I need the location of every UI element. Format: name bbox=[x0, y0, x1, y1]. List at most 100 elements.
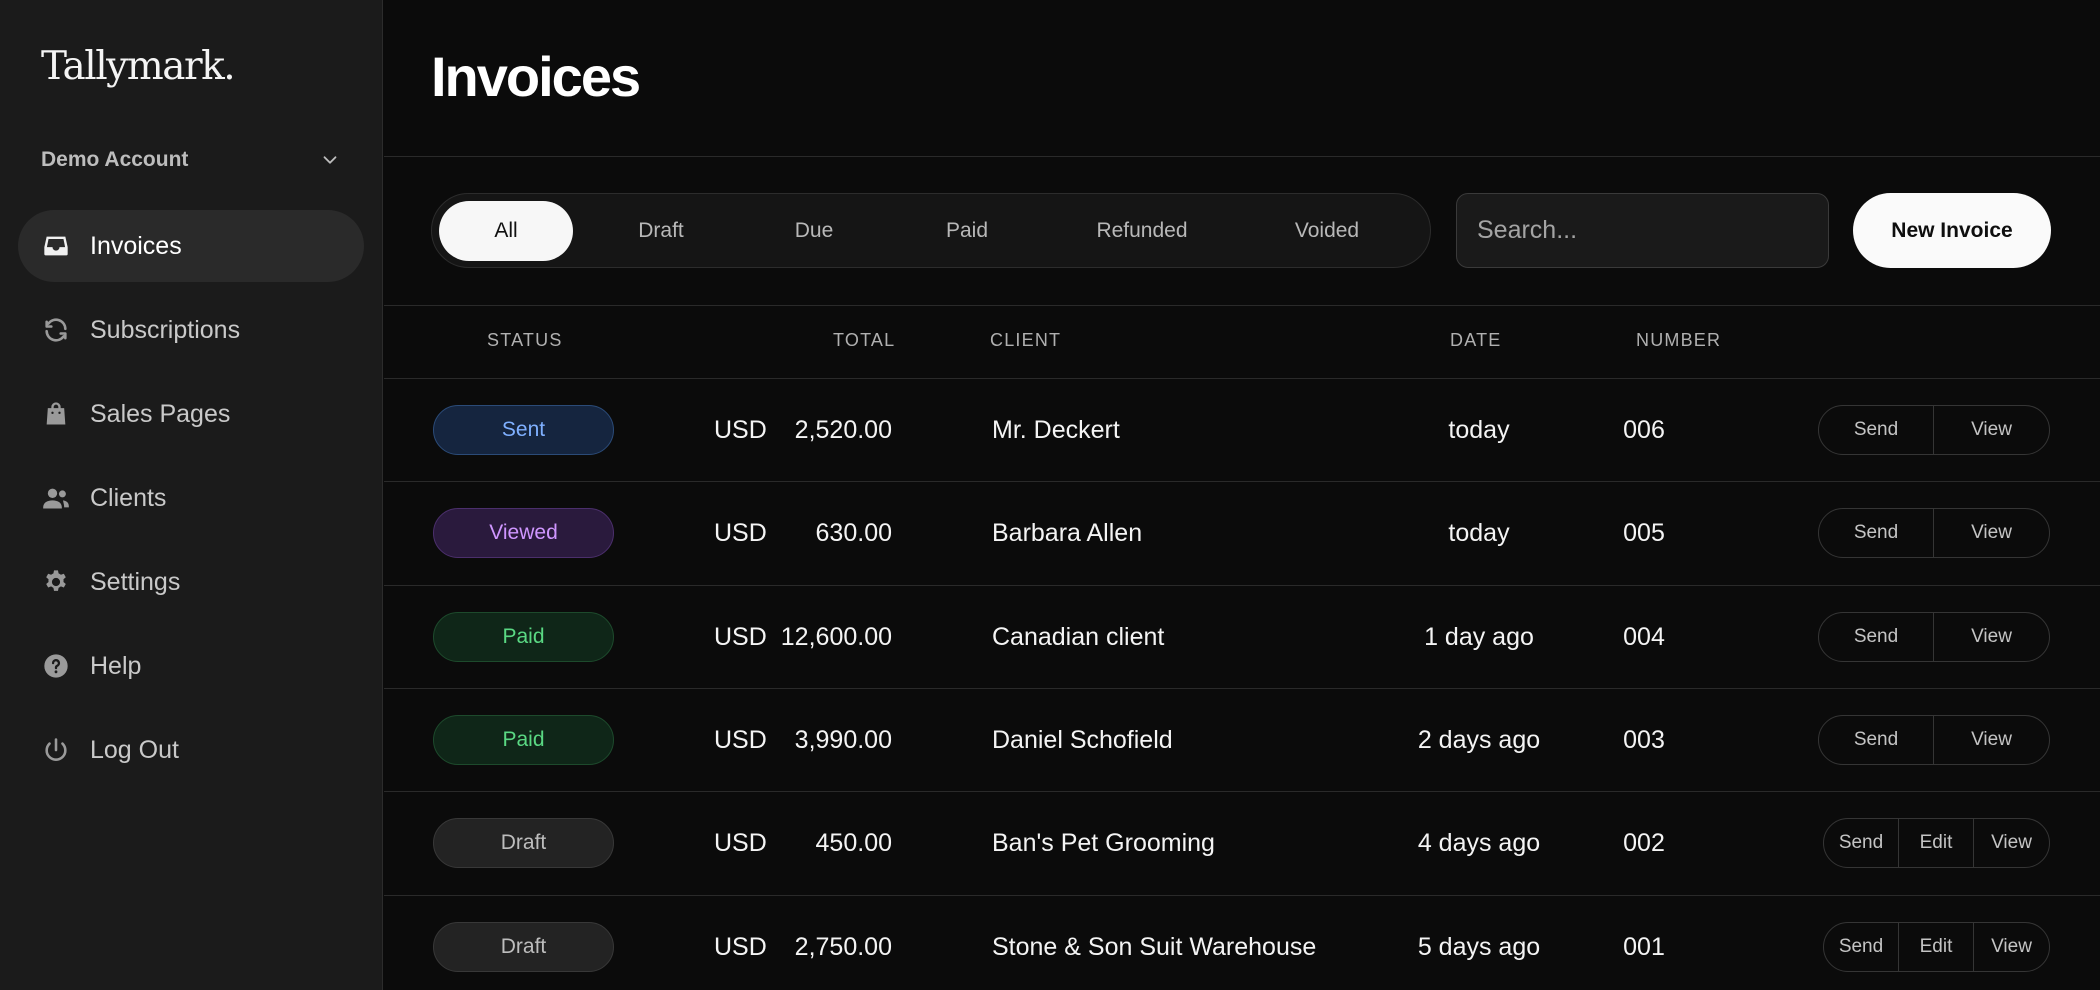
tab-voided[interactable]: Voided bbox=[1252, 201, 1402, 261]
row-actions: Send View bbox=[1818, 715, 2050, 765]
invoice-number: 002 bbox=[1623, 829, 1665, 857]
account-name: Demo Account bbox=[41, 148, 189, 171]
column-header-total: TOTAL bbox=[833, 330, 896, 350]
power-icon bbox=[42, 736, 70, 764]
column-header-status: STATUS bbox=[487, 330, 563, 350]
invoice-date: 4 days ago bbox=[1417, 829, 1541, 857]
status-badge: Draft bbox=[433, 922, 614, 972]
view-button[interactable]: View bbox=[1974, 819, 2049, 867]
tab-all[interactable]: All bbox=[439, 201, 573, 261]
row-actions: Send View bbox=[1818, 508, 2050, 558]
table-row[interactable]: Draft USD 2,750.00 Stone & Son Suit Ware… bbox=[384, 896, 2100, 990]
sidebar-item-label: Invoices bbox=[90, 231, 182, 260]
sidebar-item-label: Sales Pages bbox=[90, 399, 231, 428]
sidebar: Tallymark. Demo Account Invoices Subscri… bbox=[0, 0, 383, 990]
send-button[interactable]: Send bbox=[1819, 613, 1934, 661]
client-name: Ban's Pet Grooming bbox=[992, 829, 1215, 857]
sidebar-item-label: Subscriptions bbox=[90, 315, 241, 344]
column-header-client: CLIENT bbox=[990, 330, 1062, 350]
status-badge: Viewed bbox=[433, 508, 614, 558]
gear-icon bbox=[42, 568, 70, 596]
shopping-bag-icon bbox=[42, 400, 70, 428]
table-row[interactable]: Paid USD 12,600.00 Canadian client 1 day… bbox=[384, 586, 2100, 689]
row-actions: Send Edit View bbox=[1823, 818, 2050, 868]
tab-paid[interactable]: Paid bbox=[900, 201, 1034, 261]
help-icon bbox=[42, 652, 70, 680]
invoice-date: 1 day ago bbox=[1424, 623, 1534, 651]
sidebar-item-label: Settings bbox=[90, 567, 181, 596]
view-button[interactable]: View bbox=[1934, 406, 2049, 454]
client-name: Canadian client bbox=[992, 623, 1165, 651]
table-row[interactable]: Sent USD 2,520.00 Mr. Deckert today 006 … bbox=[384, 379, 2100, 482]
invoice-number: 003 bbox=[1623, 726, 1665, 754]
view-button[interactable]: View bbox=[1974, 923, 2049, 971]
tab-draft[interactable]: Draft bbox=[594, 201, 728, 261]
column-header-date: DATE bbox=[1450, 330, 1502, 350]
client-name: Mr. Deckert bbox=[992, 416, 1120, 444]
sidebar-item-label: Help bbox=[90, 651, 142, 680]
inbox-icon bbox=[42, 232, 70, 260]
filter-tabs: All Draft Due Paid Refunded Voided bbox=[431, 193, 1431, 268]
sidebar-nav: Invoices Subscriptions Sales Pages Clien… bbox=[18, 210, 364, 798]
client-name: Barbara Allen bbox=[992, 519, 1143, 547]
table-row[interactable]: Viewed USD 630.00 Barbara Allen today 00… bbox=[384, 482, 2100, 585]
invoice-date: today bbox=[1448, 416, 1510, 444]
send-button[interactable]: Send bbox=[1819, 509, 1934, 557]
sidebar-item-invoices[interactable]: Invoices bbox=[18, 210, 364, 282]
new-invoice-button[interactable]: New Invoice bbox=[1853, 193, 2051, 268]
status-badge: Draft bbox=[433, 818, 614, 868]
sidebar-item-subscriptions[interactable]: Subscriptions bbox=[18, 294, 364, 366]
refresh-icon bbox=[42, 316, 70, 344]
account-switcher[interactable]: Demo Account bbox=[41, 144, 341, 176]
invoice-number: 005 bbox=[1623, 519, 1665, 547]
sidebar-item-log-out[interactable]: Log Out bbox=[18, 714, 364, 786]
amount: 450.00 bbox=[815, 829, 892, 857]
view-button[interactable]: View bbox=[1934, 509, 2049, 557]
table-row[interactable]: Draft USD 450.00 Ban's Pet Grooming 4 da… bbox=[384, 792, 2100, 895]
edit-button[interactable]: Edit bbox=[1899, 923, 1974, 971]
invoice-date: 5 days ago bbox=[1417, 933, 1541, 961]
column-header-number: NUMBER bbox=[1636, 330, 1722, 350]
status-badge: Paid bbox=[433, 612, 614, 662]
send-button[interactable]: Send bbox=[1824, 923, 1899, 971]
sidebar-item-clients[interactable]: Clients bbox=[18, 462, 364, 534]
send-button[interactable]: Send bbox=[1819, 406, 1934, 454]
sidebar-item-help[interactable]: Help bbox=[18, 630, 364, 702]
search-input[interactable] bbox=[1456, 193, 1829, 268]
amount: 2,520.00 bbox=[794, 416, 892, 444]
invoice-number: 001 bbox=[1623, 933, 1665, 961]
invoice-number: 004 bbox=[1623, 623, 1665, 651]
status-badge: Paid bbox=[433, 715, 614, 765]
invoice-date: today bbox=[1448, 519, 1510, 547]
header-divider bbox=[384, 156, 2100, 157]
table-row[interactable]: Paid USD 3,990.00 Daniel Schofield 2 day… bbox=[384, 689, 2100, 792]
brand-logo[interactable]: Tallymark. bbox=[41, 44, 236, 89]
tab-refunded[interactable]: Refunded bbox=[1062, 201, 1222, 261]
sidebar-item-label: Log Out bbox=[90, 735, 179, 764]
toolbar-divider bbox=[384, 305, 2100, 306]
row-actions: Send View bbox=[1818, 405, 2050, 455]
send-button[interactable]: Send bbox=[1824, 819, 1899, 867]
sidebar-item-settings[interactable]: Settings bbox=[18, 546, 364, 618]
amount: 630.00 bbox=[815, 519, 892, 547]
sidebar-item-label: Clients bbox=[90, 483, 167, 512]
edit-button[interactable]: Edit bbox=[1899, 819, 1974, 867]
chevron-down-icon bbox=[323, 156, 337, 164]
row-actions: Send View bbox=[1818, 612, 2050, 662]
send-button[interactable]: Send bbox=[1819, 716, 1934, 764]
users-icon bbox=[42, 484, 70, 512]
status-badge: Sent bbox=[433, 405, 614, 455]
client-name: Daniel Schofield bbox=[992, 726, 1173, 754]
row-actions: Send Edit View bbox=[1823, 922, 2050, 972]
amount: 2,750.00 bbox=[794, 933, 892, 961]
invoice-number: 006 bbox=[1623, 416, 1665, 444]
main-content: Invoices All Draft Due Paid Refunded Voi… bbox=[384, 0, 2100, 990]
view-button[interactable]: View bbox=[1934, 716, 2049, 764]
sidebar-item-sales-pages[interactable]: Sales Pages bbox=[18, 378, 364, 450]
invoice-date: 2 days ago bbox=[1417, 726, 1541, 754]
amount: 12,600.00 bbox=[780, 623, 892, 651]
view-button[interactable]: View bbox=[1934, 613, 2049, 661]
amount: 3,990.00 bbox=[794, 726, 892, 754]
page-title: Invoices bbox=[431, 45, 641, 108]
tab-due[interactable]: Due bbox=[747, 201, 881, 261]
